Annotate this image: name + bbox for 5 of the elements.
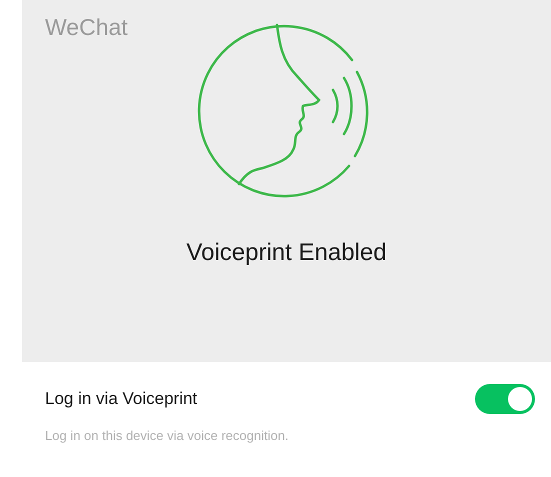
- status-title: Voiceprint Enabled: [186, 238, 387, 268]
- toggle-switch[interactable]: [475, 384, 535, 414]
- setting-label: Log in via Voiceprint: [45, 388, 198, 410]
- setting-description: Log in on this device via voice recognition.: [44, 427, 290, 445]
- app-label: WeChat: [45, 13, 128, 42]
